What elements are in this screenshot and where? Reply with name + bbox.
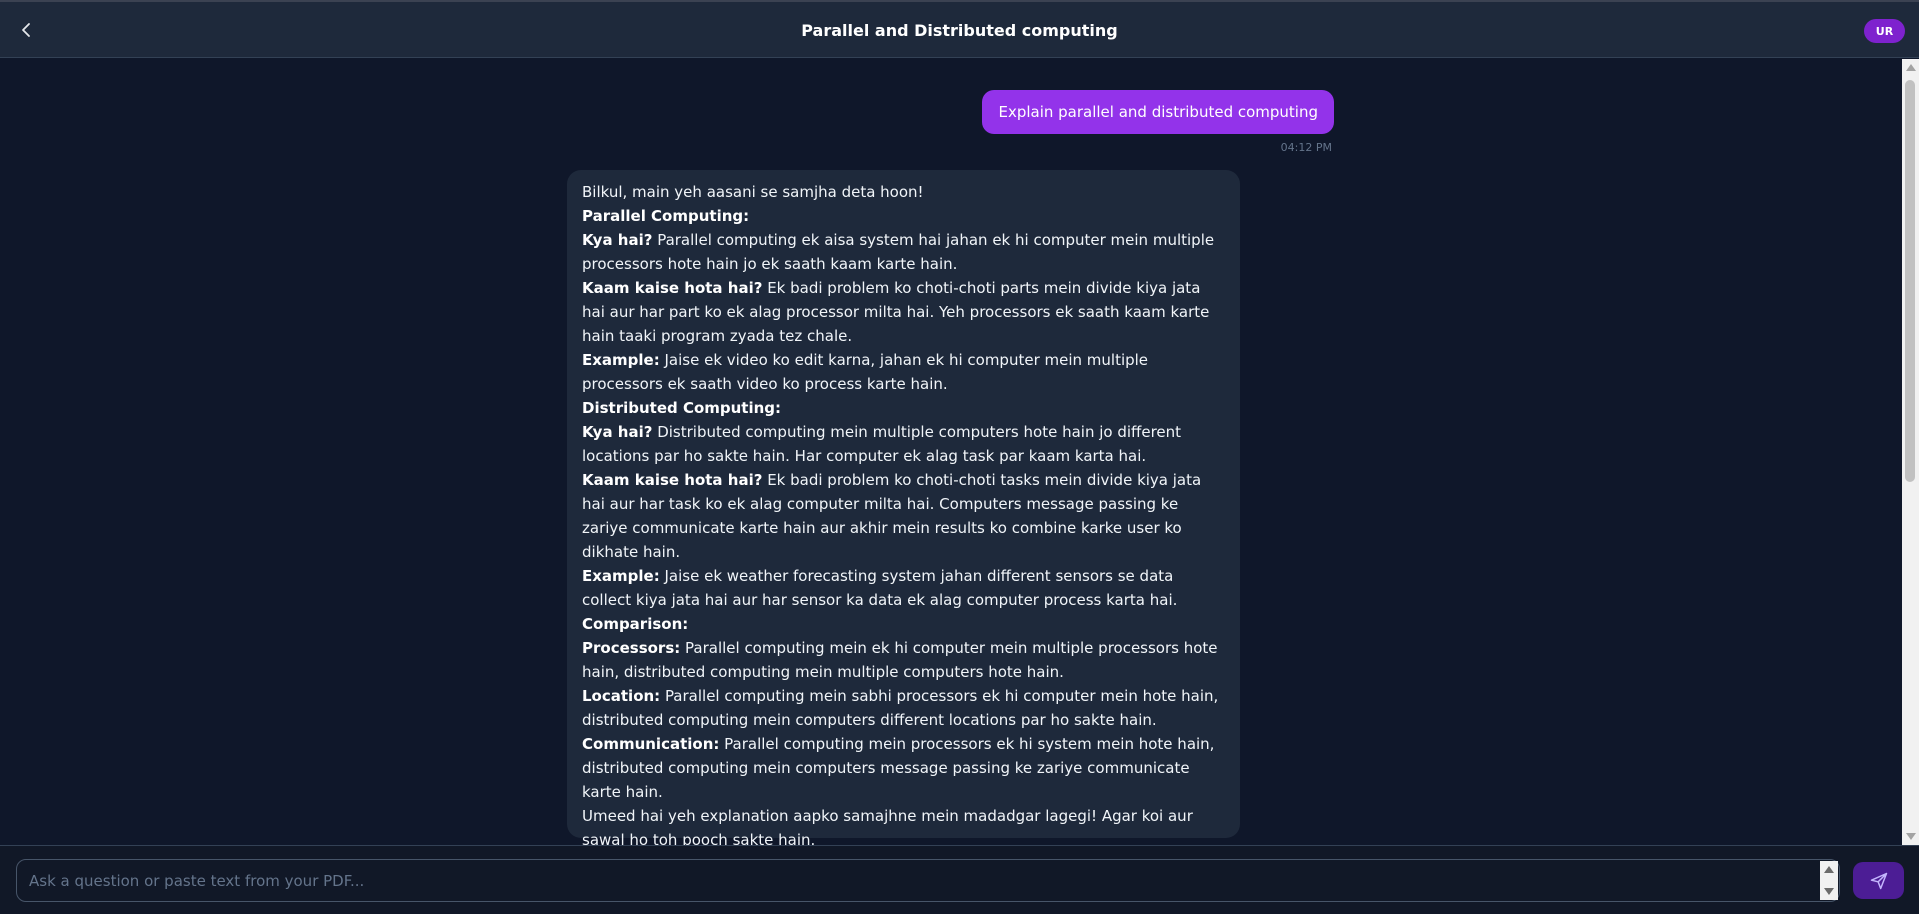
assistant-line-heading: Processors: [582, 639, 681, 657]
assistant-line: Distributed Computing: [582, 396, 1225, 420]
scroll-down-arrow-icon[interactable] [1906, 833, 1916, 840]
assistant-line: Comparison: [582, 612, 1225, 636]
assistant-line-heading: Kaam kaise hota hai? [582, 471, 763, 489]
assistant-line-text: Umeed hai yeh explanation aapko samajhne… [582, 807, 1193, 845]
chat-messages[interactable]: Explain parallel and distributed computi… [0, 59, 1902, 845]
assistant-line-text: Parallel computing ek aisa system hai ja… [582, 231, 1215, 273]
assistant-line-heading: Kaam kaise hota hai? [582, 279, 763, 297]
assistant-line-text: Jaise ek video ko edit karna, jahan ek h… [582, 351, 1149, 393]
assistant-line: Kya hai? Distributed computing mein mult… [582, 420, 1225, 468]
assistant-line-text: Jaise ek weather forecasting system jaha… [582, 567, 1178, 609]
assistant-line: Communication: Parallel computing mein p… [582, 732, 1225, 804]
assistant-line: Parallel Computing: [582, 204, 1225, 228]
page-title: Parallel and Distributed computing [801, 21, 1118, 40]
chat-header: Parallel and Distributed computing UR [0, 2, 1919, 58]
send-icon [1870, 872, 1887, 889]
spin-up-icon[interactable] [1824, 866, 1834, 873]
assistant-line-heading: Comparison: [582, 615, 689, 633]
assistant-line: Location: Parallel computing mein sabhi … [582, 684, 1225, 732]
assistant-line-heading: Communication: [582, 735, 720, 753]
spin-down-icon[interactable] [1824, 888, 1834, 895]
assistant-line-heading: Kya hai? [582, 231, 653, 249]
assistant-line: Bilkul, main yeh aasani se samjha deta h… [582, 180, 1225, 204]
assistant-line-heading: Parallel Computing: [582, 207, 750, 225]
assistant-line: Example: Jaise ek weather forecasting sy… [582, 564, 1225, 612]
assistant-line-heading: Kya hai? [582, 423, 653, 441]
assistant-line-text: Parallel computing mein sabhi processors… [582, 687, 1219, 729]
assistant-line: Kaam kaise hota hai? Ek badi problem ko … [582, 468, 1225, 564]
assistant-line-heading: Example: [582, 567, 660, 585]
message-timestamp: 04:12 PM [1280, 141, 1332, 154]
assistant-line-heading: Location: [582, 687, 661, 705]
assistant-line-text: Bilkul, main yeh aasani se samjha deta h… [582, 183, 924, 201]
assistant-line: Umeed hai yeh explanation aapko samajhne… [582, 804, 1225, 845]
assistant-line: Example: Jaise ek video ko edit karna, j… [582, 348, 1225, 396]
scroll-up-arrow-icon[interactable] [1906, 64, 1916, 71]
chat-input-container [16, 859, 1840, 902]
assistant-line: Processors: Parallel computing mein ek h… [582, 636, 1225, 684]
assistant-line: Kya hai? Parallel computing ek aisa syst… [582, 228, 1225, 276]
send-button[interactable] [1853, 862, 1904, 899]
user-avatar[interactable]: UR [1864, 19, 1905, 43]
chat-input[interactable] [29, 860, 1829, 901]
input-spinner[interactable] [1820, 861, 1838, 900]
composer-bar [0, 845, 1919, 914]
assistant-line-heading: Example: [582, 351, 660, 369]
chat-scrollbar[interactable] [1902, 59, 1919, 845]
assistant-line: Kaam kaise hota hai? Ek badi problem ko … [582, 276, 1225, 348]
scrollbar-thumb[interactable] [1905, 80, 1915, 482]
user-message: Explain parallel and distributed computi… [982, 90, 1334, 134]
assistant-message: Bilkul, main yeh aasani se samjha deta h… [567, 170, 1240, 845]
assistant-line-text: Distributed computing mein multiple comp… [582, 423, 1182, 465]
assistant-line-heading: Distributed Computing: [582, 399, 782, 417]
